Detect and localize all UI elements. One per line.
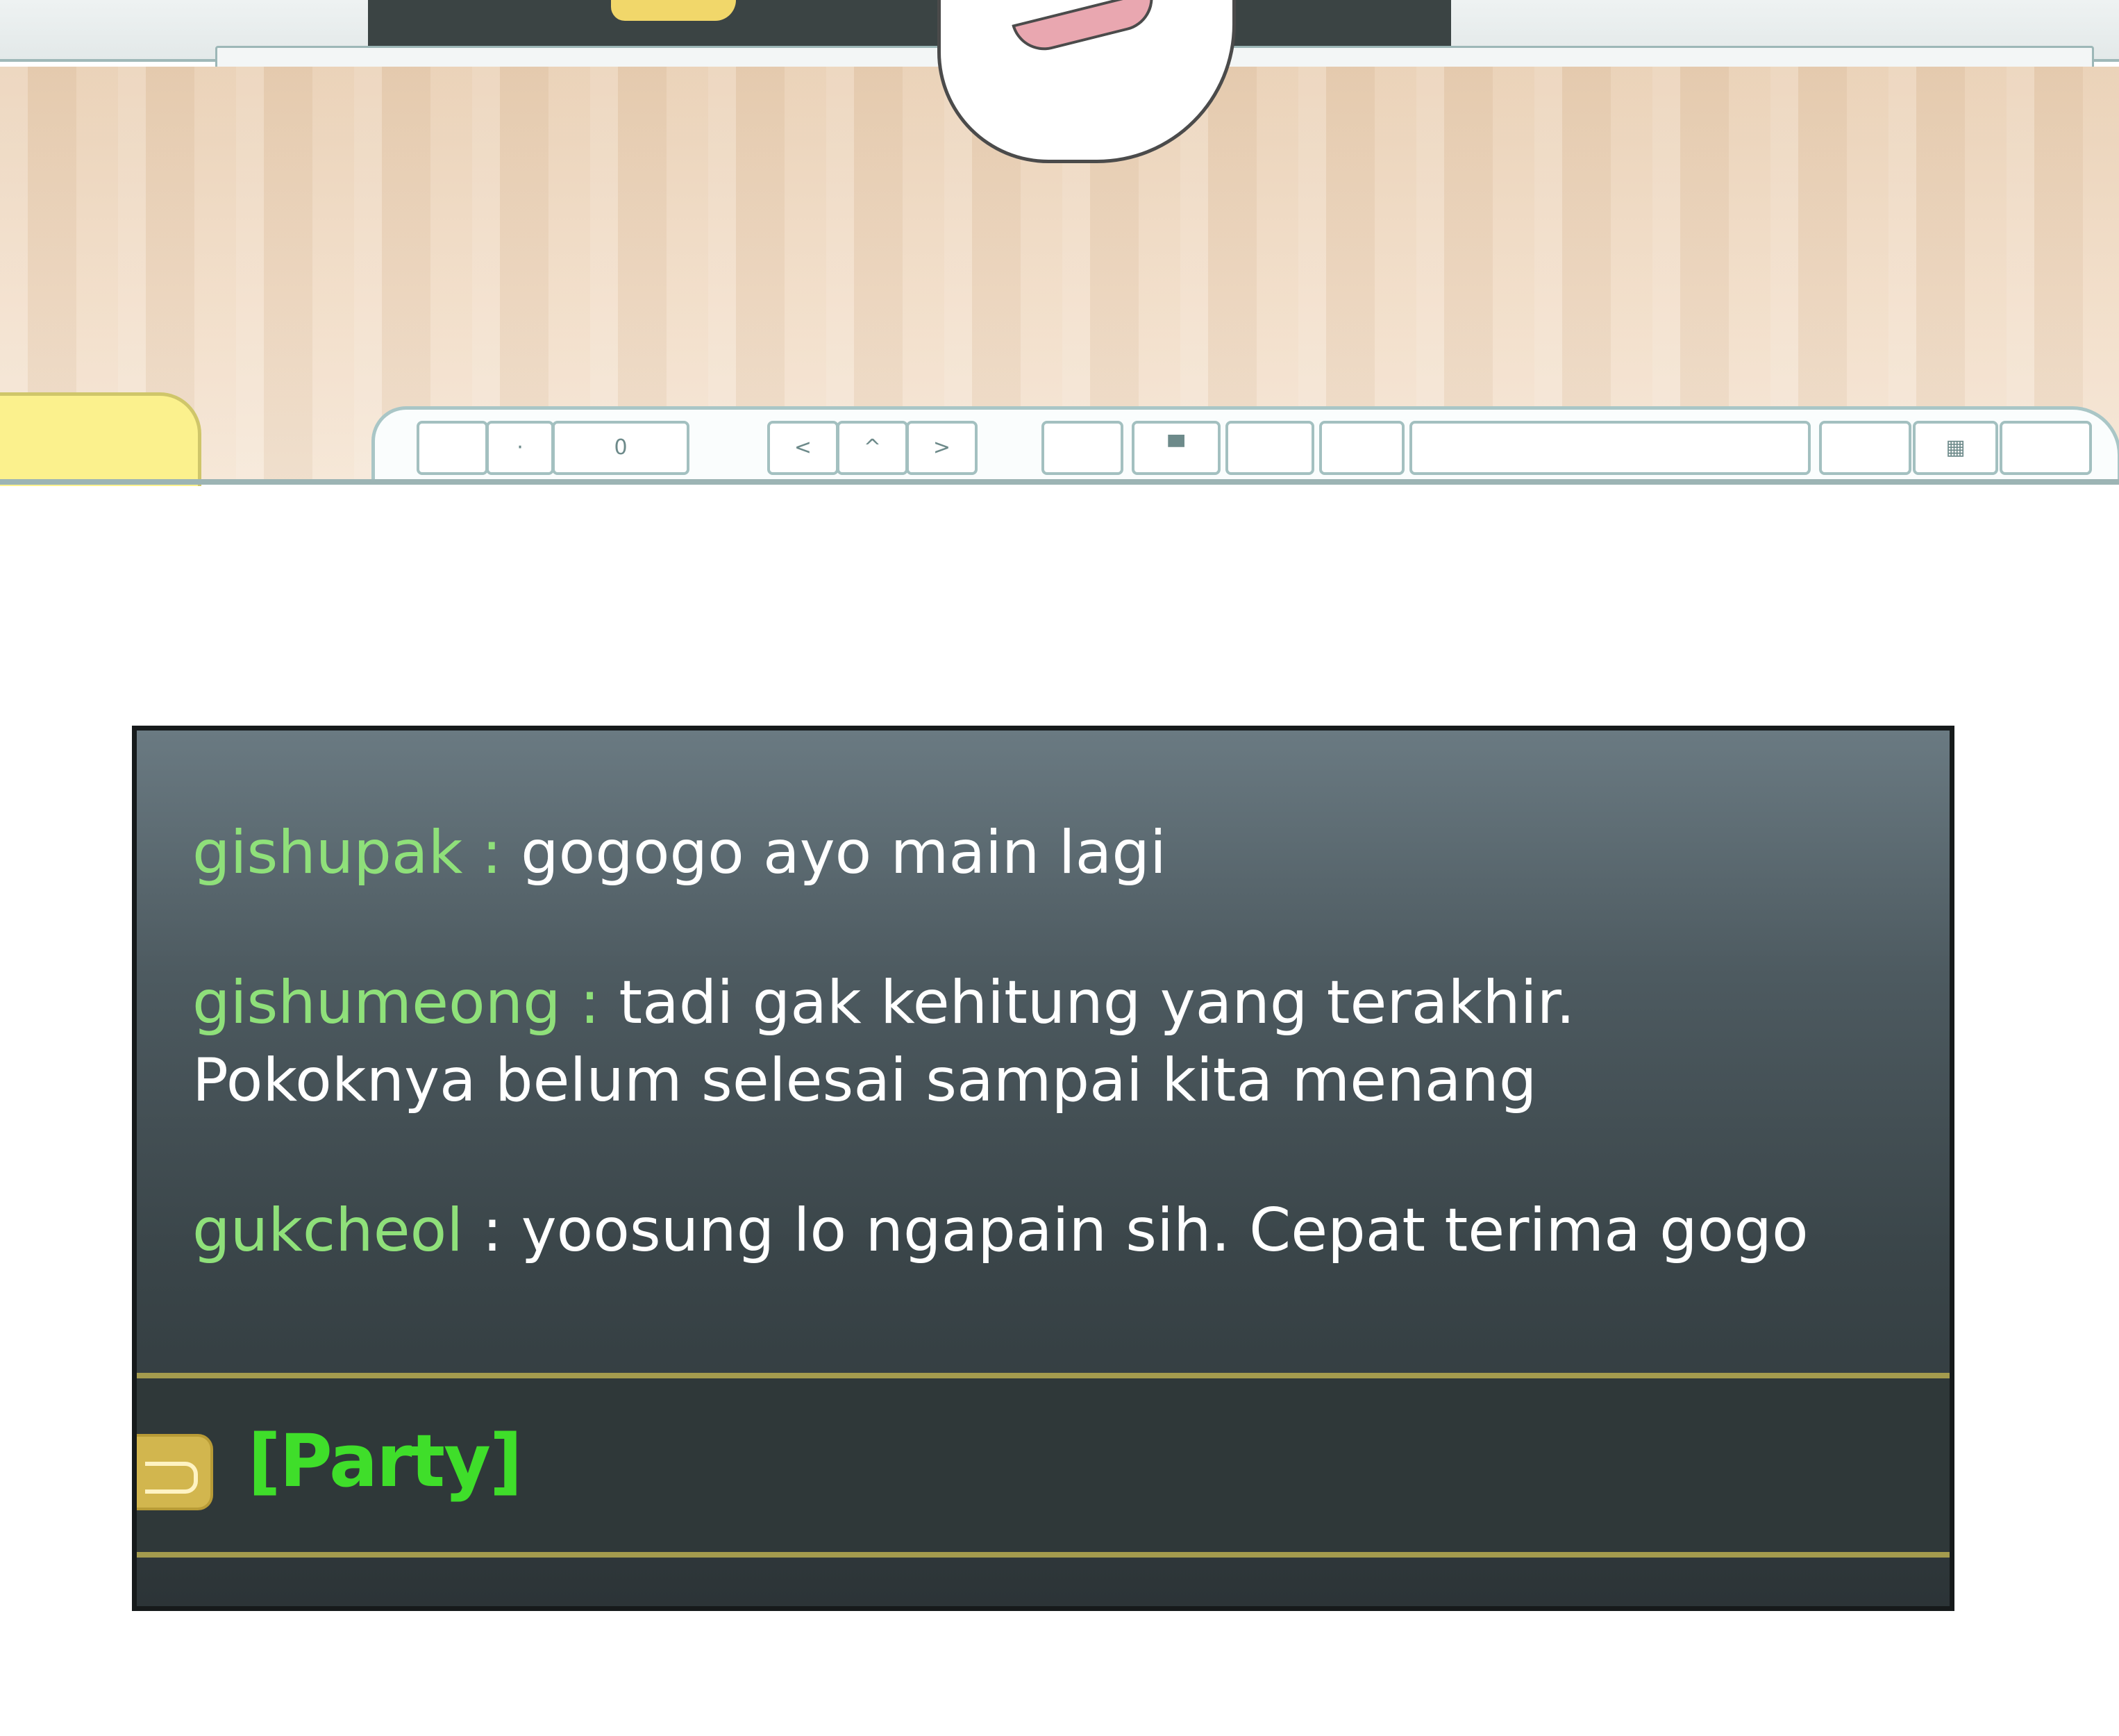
chat-divider: [137, 1373, 1950, 1378]
chat-separator: :: [462, 818, 521, 887]
keyboard-key: ▦: [1913, 421, 1998, 475]
chat-separator: :: [463, 1196, 521, 1265]
keyboard-key: >: [906, 421, 978, 475]
keyboard-key: [2000, 421, 2092, 475]
keyboard-key: [1319, 421, 1405, 475]
chat-message: gukcheol : yoosung lo ngapain sih. Cepat…: [192, 1192, 1942, 1269]
chat-username: gishumeong: [192, 968, 561, 1037]
chat-message: gishupak : gogogo ayo main lagi: [192, 814, 1942, 892]
yellow-notepad: [0, 392, 201, 486]
character-hair: [611, 0, 736, 21]
comic-illustration-panel: · 0 < ^ > ▀ ▦: [0, 0, 2119, 486]
keyboard-key: 0: [552, 421, 689, 475]
panel-border: [0, 479, 2119, 485]
chat-message: gishumeong : tadi gak kehitung yang tera…: [192, 964, 1942, 1119]
keyboard-key: ▀: [1132, 421, 1221, 475]
chat-channel-label[interactable]: [Party]: [248, 1419, 522, 1503]
channel-toggle-button[interactable]: [137, 1434, 213, 1510]
game-chat-box: gishupak : gogogo ayo main lagi gishumeo…: [132, 726, 1954, 1611]
keyboard-key: [417, 421, 488, 475]
keyboard-key: [1225, 421, 1314, 475]
keyboard-key: [1819, 421, 1911, 475]
chat-username: gukcheol: [192, 1196, 464, 1265]
chat-username: gishupak: [192, 818, 463, 887]
keyboard-key: ·: [486, 421, 554, 475]
chat-separator: :: [560, 968, 619, 1037]
keyboard-key: <: [767, 421, 839, 475]
chat-text: yoosung lo ngapain sih. Cepat terima gog…: [521, 1196, 1809, 1265]
chat-bubble-icon: [145, 1462, 198, 1494]
chat-text-continued: Pokoknya belum selesai sampai kita menan…: [192, 1046, 1537, 1115]
chat-message-list: gishupak : gogogo ayo main lagi gishumeo…: [192, 814, 1942, 1269]
chat-text: tadi gak kehitung yang terakhir.: [619, 968, 1575, 1037]
chat-input-row[interactable]: [Party]: [137, 1378, 1950, 1552]
chat-text: gogogo ayo main lagi: [521, 818, 1166, 887]
keyboard-key: [1041, 421, 1123, 475]
keyboard-key: ^: [837, 421, 908, 475]
keyboard-spacebar: [1409, 421, 1811, 475]
chat-divider: [137, 1552, 1950, 1558]
